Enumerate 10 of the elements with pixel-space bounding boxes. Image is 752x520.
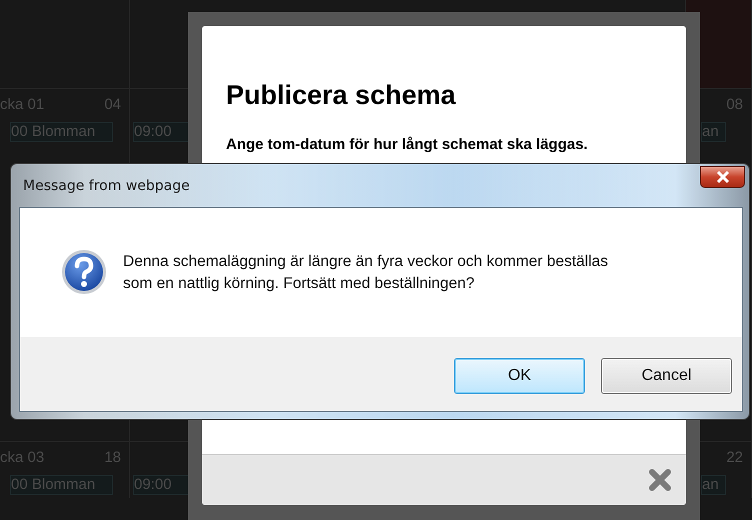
modal-title: Publicera schema bbox=[226, 80, 457, 111]
window-title: Message from webpage bbox=[23, 178, 190, 194]
cancel-button[interactable]: Cancel bbox=[601, 358, 732, 394]
dialog-message: Denna schemaläggning är längre än fyra veckor och kommer beställas som en nattlig körning. Fortsätt med beställningen? bbox=[123, 252, 608, 294]
modal-instruction: Ange tom-datum för hur långt schemat ska läggas. bbox=[226, 136, 589, 153]
close-icon[interactable] bbox=[648, 468, 672, 492]
ok-button[interactable]: OK bbox=[454, 358, 585, 394]
close-icon bbox=[716, 170, 730, 182]
close-button[interactable] bbox=[700, 166, 745, 188]
question-icon bbox=[60, 248, 108, 296]
